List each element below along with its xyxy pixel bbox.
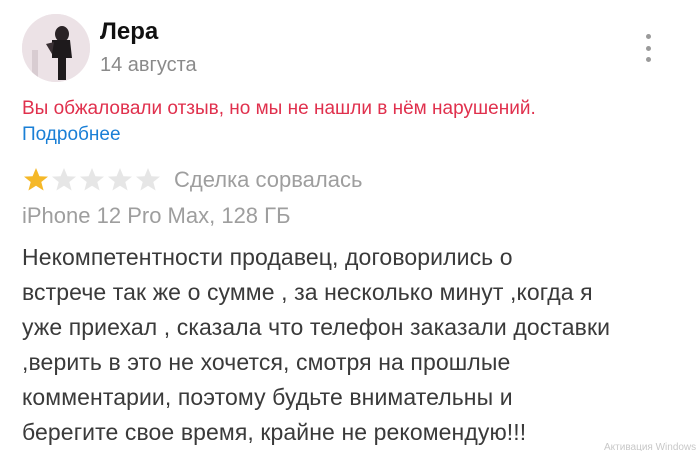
star-empty-icon xyxy=(52,168,76,191)
more-vertical-icon xyxy=(645,34,651,39)
author-info: Лера 14 августа xyxy=(100,17,197,79)
review-text-line: уже приехал , сказала что телефон заказа… xyxy=(22,314,611,340)
star-empty-icon xyxy=(108,168,132,191)
details-link[interactable]: Подробнее xyxy=(22,122,121,148)
avatar-image xyxy=(22,14,90,82)
review-text-line: ,верить в это не хочется, смотря на прош… xyxy=(22,349,511,375)
windows-activation-watermark: Активация Windows xyxy=(604,442,697,451)
star-empty-icon xyxy=(80,168,104,191)
review-date: 14 августа xyxy=(100,54,197,76)
more-vertical-icon-dot xyxy=(645,57,651,62)
review-text-line: встрече так же о сумме , за несколько ми… xyxy=(22,279,593,305)
star-rating xyxy=(22,166,162,194)
avatar[interactable] xyxy=(22,14,90,82)
star-empty-icon xyxy=(136,168,160,191)
review-text-line: берегите свое время, крайне не рекоменду… xyxy=(22,419,527,445)
rating-row: Сделка сорвалась xyxy=(22,166,362,194)
deal-status: Сделка сорвалась xyxy=(174,167,363,192)
review-header: Лера 14 августа xyxy=(22,14,197,82)
author-name[interactable]: Лера xyxy=(100,17,197,47)
more-options-button[interactable] xyxy=(636,34,660,62)
review-text-line: Некомпетентности продавец, договорились … xyxy=(22,244,513,270)
review-text: Некомпетентности продавец, договорились … xyxy=(22,240,692,450)
more-vertical-icon-dot xyxy=(645,45,651,51)
appeal-notice: Вы обжаловали отзыв, но мы не нашли в нё… xyxy=(22,98,536,119)
product-name: iPhone 12 Pro Max, 128 ГБ xyxy=(22,203,291,228)
star-filled-icon xyxy=(24,168,48,191)
review-card: Лера 14 августа Вы обжаловали отзыв, но … xyxy=(0,0,700,451)
review-text-line: комментарии, поэтому будьте внимательны … xyxy=(22,384,513,410)
